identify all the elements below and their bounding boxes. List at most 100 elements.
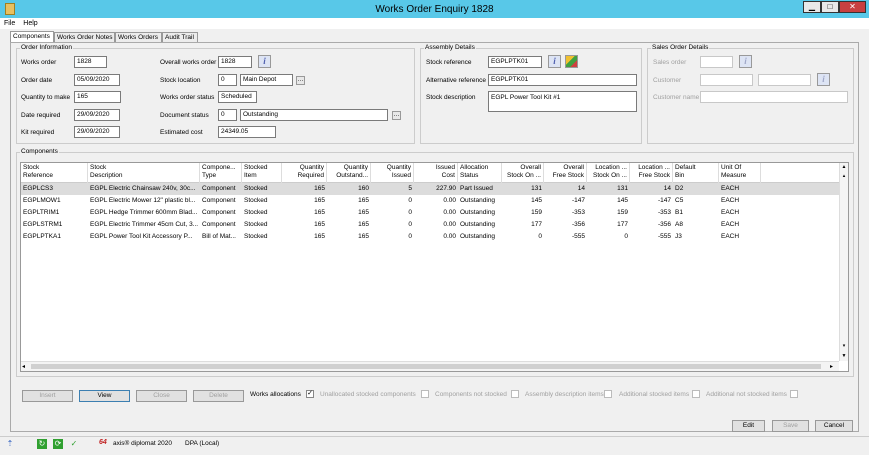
stock-description-field[interactable]: EGPL Power Tool Kit #1 — [488, 91, 637, 112]
stock-location-lookup-button[interactable]: … — [296, 76, 305, 85]
works-order-field[interactable]: 1828 — [74, 56, 107, 68]
col-stocked-item[interactable]: Stocked Item — [242, 163, 282, 183]
col-issued-cost[interactable]: Issued Cost — [414, 163, 458, 183]
stock-image-icon[interactable] — [565, 55, 578, 68]
filter-additional-not-stocked-checkbox[interactable] — [790, 390, 798, 398]
order-date-field[interactable]: 05/09/2020 — [74, 74, 120, 86]
cell-overall-stock-on-hand: 159 — [531, 209, 542, 216]
stock-reference-info-icon[interactable]: i — [548, 55, 561, 68]
customer-label: Customer — [653, 77, 682, 84]
cell-stock-description: EGPL Electric Trimmer 45cm Cut, 3... — [90, 221, 199, 228]
stock-reference-field[interactable]: EGPLPTK01 — [488, 56, 542, 68]
customer-field[interactable] — [758, 74, 811, 86]
filter-not-stocked-checkbox[interactable] — [511, 390, 519, 398]
works-order-status-field[interactable]: Scheduled — [218, 91, 257, 103]
scroll-up-icon[interactable]: ▴ — [840, 172, 848, 180]
upload-icon[interactable]: ⇡ — [5, 439, 15, 449]
checklist-icon[interactable]: ✓ — [69, 439, 79, 449]
sales-order-field[interactable] — [700, 56, 733, 68]
cell-issued-cost: 0.00 — [443, 221, 456, 228]
overall-works-order-info-icon[interactable]: i — [258, 55, 271, 68]
scroll-right-icon[interactable]: ▸ — [830, 363, 833, 370]
kit-required-label: Kit required — [21, 129, 55, 136]
tab-works-orders[interactable]: Works Orders — [115, 32, 162, 42]
cell-stock-description: EGPL Hedge Trimmer 600mm Blad... — [90, 209, 198, 216]
col-quantity-required[interactable]: Quantity Required — [282, 163, 327, 183]
table-row[interactable]: EGPLCS3 EGPL Electric Chainsaw 240v, 30c.… — [21, 183, 839, 195]
col-quantity-outstanding[interactable]: Quantity Outstand... — [327, 163, 371, 183]
cell-issued-cost: 0.00 — [443, 209, 456, 216]
col-unit-of-measure[interactable]: Unit Of Measure — [719, 163, 761, 183]
view-button[interactable]: View — [79, 390, 130, 402]
stock-location-field[interactable]: Main Depot — [240, 74, 293, 86]
table-row[interactable]: EGPLPTKA1 EGPL Power Tool Kit Accessory P… — [21, 231, 839, 243]
cell-location-stock-on-hand: 159 — [617, 209, 628, 216]
col-location-stock-on-hand[interactable]: Location ... Stock On ... — [587, 163, 630, 183]
edit-button[interactable]: Edit — [732, 420, 765, 432]
table-row[interactable]: EGPLSTRM1 EGPL Electric Trimmer 45cm Cut,… — [21, 219, 839, 231]
vertical-scrollbar[interactable]: ▲ ▴ ▾ ▼ — [839, 163, 848, 361]
cancel-button[interactable]: Cancel — [815, 420, 853, 432]
customer-code-field[interactable] — [700, 74, 753, 86]
close-window-button[interactable]: ✕ — [839, 1, 866, 13]
date-required-field[interactable]: 29/09/2020 — [74, 109, 120, 121]
cell-allocation-status: Outstanding — [460, 197, 496, 204]
delete-button[interactable]: Delete — [193, 390, 244, 402]
filter-assembly-desc-checkbox[interactable] — [604, 390, 612, 398]
cell-allocation-status: Part Issued — [460, 185, 493, 192]
sales-order-info-icon[interactable]: i — [739, 55, 752, 68]
cell-overall-free-stock: -356 — [571, 221, 585, 228]
document-status-lookup-button[interactable]: … — [392, 111, 401, 120]
insert-button[interactable]: Insert — [22, 390, 73, 402]
col-overall-free-stock[interactable]: Overall Free Stock — [544, 163, 587, 183]
tab-audit-trail[interactable]: Audit Trail — [162, 32, 198, 42]
horizontal-scroll-thumb[interactable] — [31, 364, 821, 369]
filter-unallocated-checkbox[interactable] — [421, 390, 429, 398]
col-location-free-stock[interactable]: Location ... Free Stock — [630, 163, 673, 183]
scroll-bottom-icon[interactable]: ▼ — [840, 352, 848, 360]
col-default-bin[interactable]: Default Bin — [673, 163, 719, 183]
cell-unit-of-measure: EACH — [721, 233, 740, 240]
estimated-cost-field[interactable]: 24349.05 — [218, 126, 276, 138]
tab-works-order-notes[interactable]: Works Order Notes — [54, 32, 115, 42]
scroll-down-icon[interactable]: ▾ — [840, 342, 848, 350]
refresh-icon[interactable]: ↻ — [37, 439, 47, 449]
document-status-field[interactable]: Outstanding — [240, 109, 388, 121]
save-button[interactable]: Save — [772, 420, 809, 432]
stock-location-code-field[interactable]: 0 — [218, 74, 237, 86]
scroll-top-icon[interactable]: ▲ — [840, 163, 848, 171]
col-allocation-status[interactable]: Allocation Status — [458, 163, 502, 183]
database-text: DPA (Local) — [185, 440, 220, 447]
menu-help[interactable]: Help — [19, 18, 41, 29]
cell-quantity-issued: 0 — [408, 233, 412, 240]
filter-additional-stocked-checkbox[interactable] — [692, 390, 700, 398]
menu-file[interactable]: File — [0, 18, 19, 29]
cell-location-free-stock: -353 — [657, 209, 671, 216]
cell-stocked-item: Stocked — [244, 209, 268, 216]
col-quantity-issued[interactable]: Quantity Issued — [371, 163, 414, 183]
cell-default-bin: D2 — [675, 185, 684, 192]
close-button[interactable]: Close — [136, 390, 187, 402]
table-row[interactable]: EGPLTRIM1 EGPL Hedge Trimmer 600mm Blad..… — [21, 207, 839, 219]
quantity-to-make-field[interactable]: 165 — [74, 91, 121, 103]
components-grid[interactable]: Stock Reference Stock Description Compon… — [20, 162, 849, 372]
col-component-type[interactable]: Compone... Type — [200, 163, 242, 183]
cell-location-stock-on-hand: 177 — [617, 221, 628, 228]
col-stock-description[interactable]: Stock Description — [88, 163, 200, 183]
overall-works-order-field[interactable]: 1828 — [218, 56, 252, 68]
col-stock-reference[interactable]: Stock Reference — [21, 163, 88, 183]
customer-info-icon[interactable]: i — [817, 73, 830, 86]
document-status-code-field[interactable]: 0 — [218, 109, 237, 121]
horizontal-scrollbar[interactable]: ◂ ▸ — [21, 361, 839, 371]
sync-icon[interactable]: ⟳ — [53, 439, 63, 449]
col-overall-stock-on-hand[interactable]: Overall Stock On ... — [502, 163, 544, 183]
alternative-reference-field[interactable]: EGPLPTK01 — [488, 74, 637, 86]
minimize-button[interactable]: ▁ — [803, 1, 821, 13]
scroll-left-icon[interactable]: ◂ — [22, 363, 25, 370]
cell-stock-description: EGPL Power Tool Kit Accessory P... — [90, 233, 193, 240]
table-row[interactable]: EGPLMOW1 EGPL Electric Mower 12" plastic … — [21, 195, 839, 207]
kit-required-field[interactable]: 29/09/2020 — [74, 126, 120, 138]
maximize-button[interactable]: □ — [821, 1, 839, 13]
customer-name-field[interactable] — [700, 91, 848, 103]
works-allocations-checkbox[interactable]: ✓ — [306, 390, 314, 398]
